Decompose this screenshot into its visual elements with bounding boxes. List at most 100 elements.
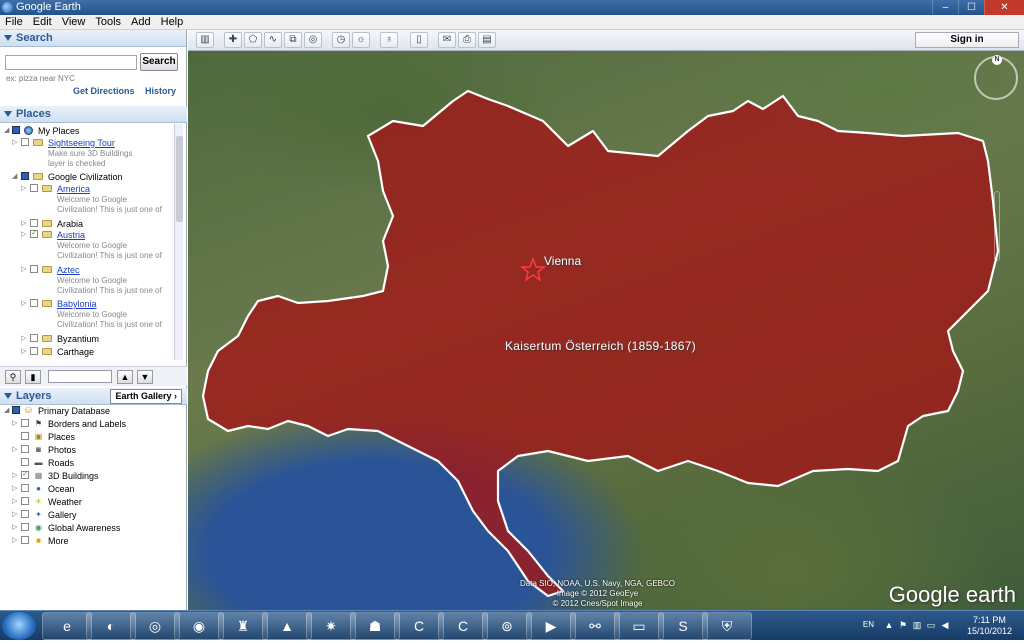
menu-help[interactable]: Help	[156, 15, 189, 29]
checkbox[interactable]	[21, 497, 29, 505]
layer-weather[interactable]: ▷ ☀ Weather	[0, 497, 187, 508]
checkbox[interactable]	[30, 299, 38, 307]
sidebar-toggle-icon[interactable]: ▥	[196, 32, 214, 48]
add-placemark-icon[interactable]: ✚	[224, 32, 242, 48]
expand-arrow-icon[interactable]: ▷	[21, 220, 28, 227]
file-explorer-icon[interactable]: ▭	[614, 612, 664, 640]
minimize-button[interactable]: –	[932, 0, 958, 15]
planets-icon[interactable]: ♁	[380, 32, 398, 48]
game-app-icon[interactable]: ☗	[350, 612, 400, 640]
checkbox-checked[interactable]: ✓	[30, 230, 38, 238]
navigation-compass[interactable]: N	[974, 55, 1018, 100]
steam-icon[interactable]: ⊚	[482, 612, 532, 640]
record-tour-icon[interactable]: ◎	[304, 32, 322, 48]
tree-item-my-places[interactable]: ◢ My Places	[0, 126, 175, 137]
expand-arrow-icon[interactable]: ▷	[12, 139, 19, 146]
menu-add[interactable]: Add	[126, 15, 156, 29]
expand-arrow-icon[interactable]: ▷	[21, 300, 28, 307]
expand-arrow-icon[interactable]: ▷	[12, 472, 19, 479]
get-directions-link[interactable]: Get Directions	[73, 86, 135, 96]
add-image-overlay-icon[interactable]: ⧉	[284, 32, 302, 48]
language-indicator[interactable]: EN	[863, 620, 874, 629]
layer-3d-buildings[interactable]: ▷ ✓ ▦ 3D Buildings	[0, 471, 187, 482]
places-scrollbar[interactable]	[174, 124, 183, 360]
google-earth-taskbar-icon[interactable]: ◉	[174, 612, 224, 640]
start-button[interactable]	[2, 612, 36, 640]
maximize-button[interactable]: ☐	[958, 0, 984, 15]
historical-imagery-icon[interactable]: ◷	[332, 32, 350, 48]
flag-icon[interactable]: ⚑	[898, 620, 908, 630]
expand-arrow-icon[interactable]: ▷	[12, 420, 19, 427]
scrollbar-thumb[interactable]	[176, 136, 183, 222]
tree-item-label[interactable]: Austria	[57, 230, 85, 240]
menu-file[interactable]: File	[0, 15, 28, 29]
search-button[interactable]: Search	[140, 53, 178, 71]
layer-ocean[interactable]: ▷ ● Ocean	[0, 484, 187, 495]
view-in-maps-icon[interactable]: ▤	[478, 32, 496, 48]
tree-item-carthage[interactable]: ▷ Carthage	[0, 347, 175, 358]
ruler-icon[interactable]: ▯	[410, 32, 428, 48]
search-panel-header[interactable]: Search	[0, 30, 186, 47]
checkbox[interactable]	[21, 432, 29, 440]
checkbox[interactable]	[12, 126, 20, 134]
expand-arrow-icon[interactable]: ▷	[12, 485, 19, 492]
search-input[interactable]	[5, 55, 137, 70]
checkbox[interactable]	[21, 458, 29, 466]
tree-item-byzantium[interactable]: ▷ Byzantium	[0, 334, 175, 345]
checkbox[interactable]	[30, 334, 38, 342]
tree-item-america[interactable]: ▷ America	[0, 184, 175, 195]
tree-item-google-civilization[interactable]: ◢ Google Civilization	[0, 172, 175, 183]
tree-item-label[interactable]: America	[57, 184, 90, 194]
skype-icon[interactable]: S	[658, 612, 708, 640]
menu-view[interactable]: View	[57, 15, 91, 29]
security-shield-icon[interactable]: ⛨	[702, 612, 752, 640]
checkbox[interactable]	[21, 536, 29, 544]
show-hidden-icons-icon[interactable]: ▲	[884, 620, 894, 630]
tree-item-sightseeing-tour[interactable]: ▷ Sightseeing Tour	[0, 138, 175, 149]
tree-item-babylonia[interactable]: ▷ Babylonia	[0, 299, 175, 310]
layer-roads[interactable]: ▬ Roads	[0, 458, 187, 469]
checkbox[interactable]	[12, 406, 20, 414]
layer-places[interactable]: ▣ Places	[0, 432, 187, 443]
layer-global-awareness[interactable]: ▷ ◉ Global Awareness	[0, 523, 187, 534]
menu-edit[interactable]: Edit	[28, 15, 57, 29]
tree-item-austria[interactable]: ▷ ✓ Austria	[0, 230, 175, 241]
checkbox[interactable]	[30, 265, 38, 273]
civilization-icon[interactable]: C	[438, 612, 488, 640]
civilization-icon[interactable]: C	[394, 612, 444, 640]
checkbox[interactable]	[30, 184, 38, 192]
game-app-icon[interactable]: ♜	[218, 612, 268, 640]
move-up-icon[interactable]: ▲	[117, 370, 133, 384]
tree-item-label[interactable]: Babylonia	[57, 299, 97, 309]
expand-arrow-icon[interactable]: ▷	[21, 231, 28, 238]
earth-map-view[interactable]: Vienna Kaisertum Österreich (1859-1867) …	[188, 51, 1024, 610]
add-polygon-icon[interactable]: ⬠	[244, 32, 262, 48]
checkbox[interactable]	[21, 523, 29, 531]
collapse-arrow-icon[interactable]: ◢	[12, 173, 19, 180]
battery-icon[interactable]: ▭	[926, 620, 936, 630]
history-link[interactable]: History	[145, 86, 176, 96]
network-app-icon[interactable]: ⚯	[570, 612, 620, 640]
checkbox-checked[interactable]: ✓	[21, 471, 29, 479]
game-app-icon[interactable]: ✷	[306, 612, 356, 640]
network-icon[interactable]: ▥	[912, 620, 922, 630]
places-filter-input[interactable]	[48, 370, 112, 383]
checkbox[interactable]	[21, 172, 29, 180]
expand-arrow-icon[interactable]: ▷	[12, 446, 19, 453]
layer-primary-database[interactable]: ◢ ⛁ Primary Database	[0, 406, 187, 417]
tree-item-label[interactable]: Aztec	[57, 265, 80, 275]
expand-arrow-icon[interactable]: ▷	[12, 498, 19, 505]
checkbox[interactable]	[30, 347, 38, 355]
add-path-icon[interactable]: ∿	[264, 32, 282, 48]
chrome-icon[interactable]: ◎	[130, 612, 180, 640]
layer-borders-and-labels[interactable]: ▷ ⚑ Borders and Labels	[0, 419, 187, 430]
checkbox[interactable]	[21, 138, 29, 146]
checkbox[interactable]	[21, 419, 29, 427]
checkbox[interactable]	[21, 445, 29, 453]
sunlight-icon[interactable]: ☼	[352, 32, 370, 48]
search-places-icon[interactable]: ⚲	[5, 370, 21, 384]
checkbox[interactable]	[21, 484, 29, 492]
firefox-icon[interactable]: ◐	[86, 612, 136, 640]
expand-arrow-icon[interactable]: ▷	[12, 524, 19, 531]
clock[interactable]: 7:11 PM 15/10/2012	[967, 615, 1012, 637]
